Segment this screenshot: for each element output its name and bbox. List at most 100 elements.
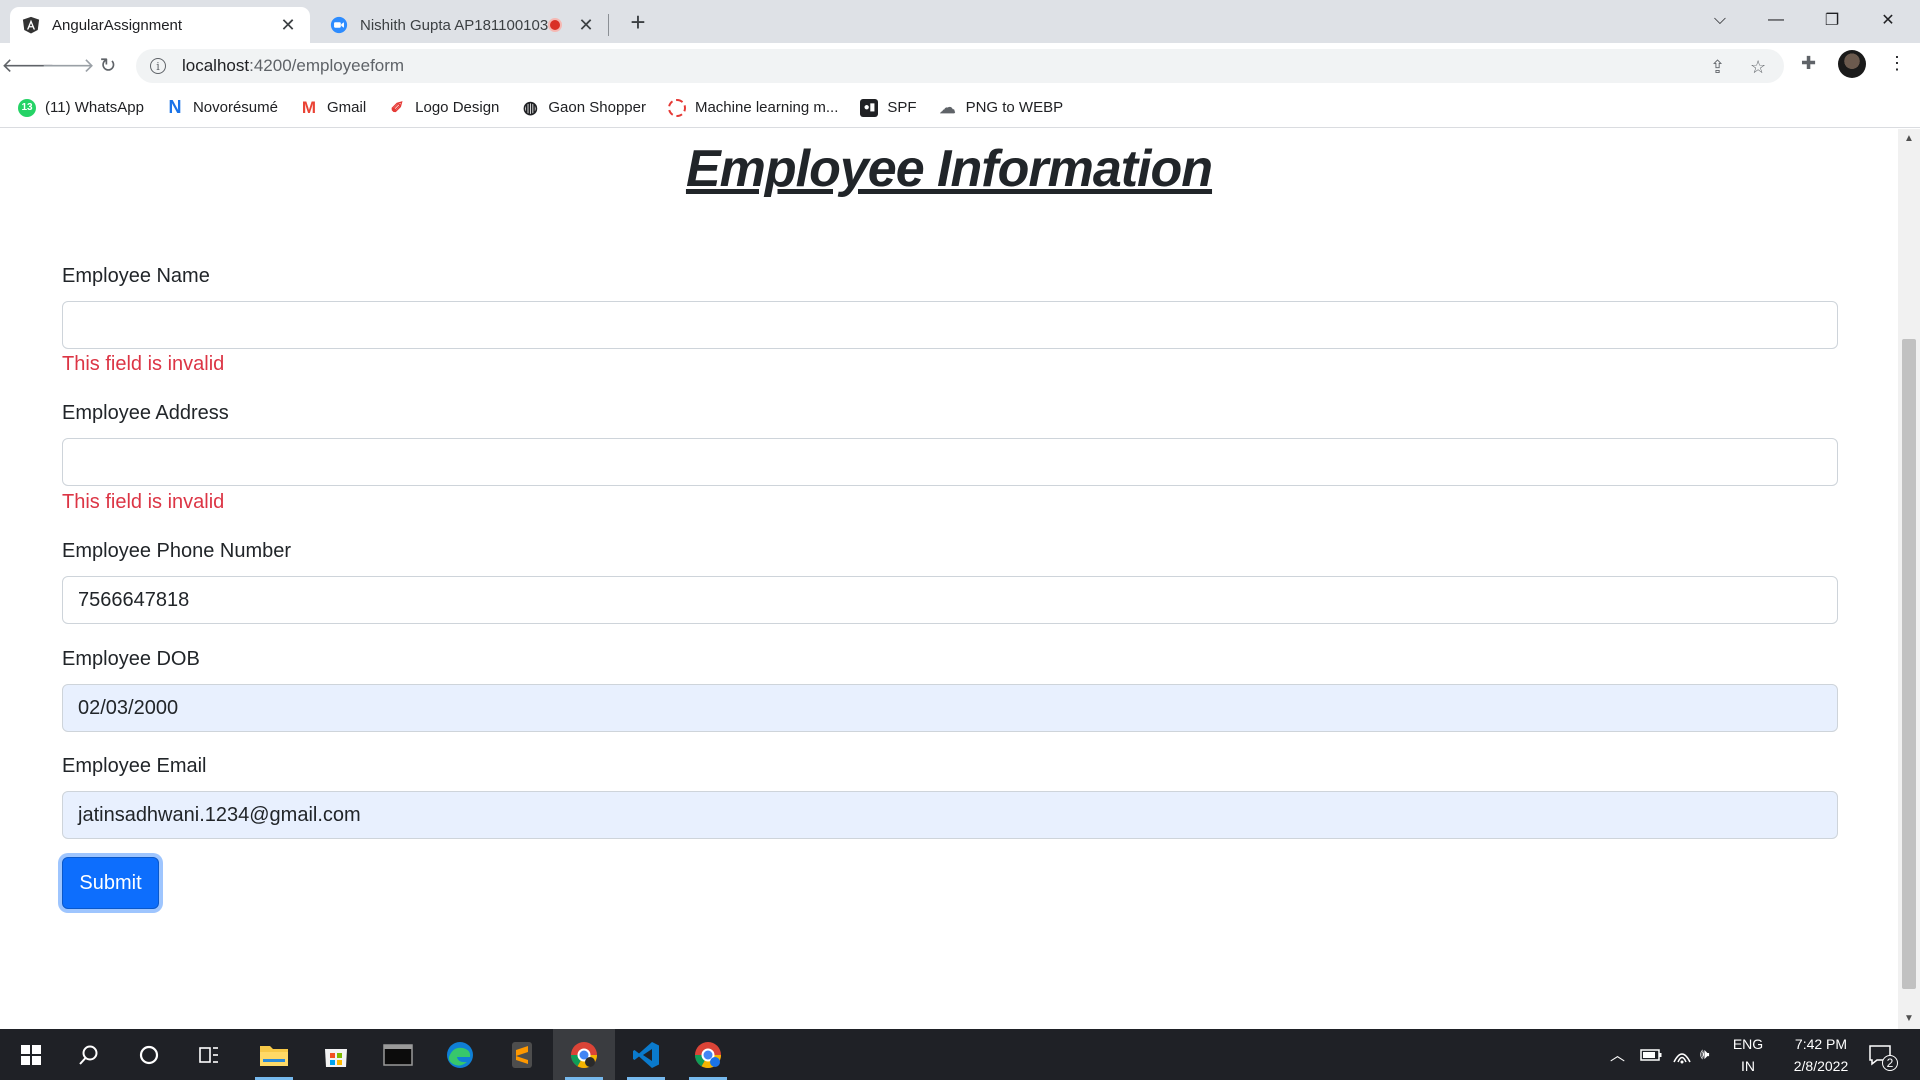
- forward-button[interactable]: 🡒: [41, 49, 95, 81]
- close-tab-icon[interactable]: ✕: [278, 15, 298, 35]
- back-button[interactable]: 🡐: [1, 49, 55, 81]
- recording-indicator-icon: [548, 18, 562, 32]
- bookmark-label: (11) WhatsApp: [45, 99, 144, 116]
- scroll-up-arrow-icon[interactable]: ▲: [1904, 133, 1914, 144]
- restore-button[interactable]: ❐: [1804, 0, 1860, 40]
- employee-phone-label: Employee Phone Number: [62, 540, 292, 562]
- taskbar-microsoft-store[interactable]: [305, 1029, 367, 1080]
- employee-name-label: Employee Name: [62, 265, 210, 287]
- region-code: IN: [1741, 1058, 1755, 1074]
- clock-date: 2/8/2022: [1793, 1058, 1849, 1074]
- edge-browser-icon: [447, 1041, 473, 1068]
- bookmark-label: Gaon Shopper: [548, 99, 646, 116]
- input-language[interactable]: ENG IN: [1728, 1033, 1768, 1077]
- folder-icon: [260, 1045, 288, 1066]
- new-tab-button[interactable]: +: [624, 7, 652, 37]
- windows-logo-icon: [21, 1044, 41, 1065]
- terminal-icon: [383, 1043, 413, 1066]
- battery-icon[interactable]: [1640, 1029, 1662, 1080]
- close-window-button[interactable]: ✕: [1860, 0, 1916, 40]
- profile-avatar[interactable]: [1838, 50, 1866, 78]
- browser-toolbar: 🡐 🡒 ↻ i localhost:4200/employeeform ⇪ ☆ …: [0, 43, 1920, 88]
- bookmark-gmail[interactable]: M Gmail: [300, 98, 367, 117]
- scroll-down-arrow-icon[interactable]: ▼: [1904, 1013, 1914, 1024]
- bookmark-logo-design[interactable]: ✐ Logo Design: [388, 99, 499, 117]
- show-hidden-icons-chevron-icon[interactable]: ︿: [1610, 1029, 1625, 1080]
- bookmark-label: Machine learning m...: [694, 99, 839, 116]
- start-button[interactable]: [0, 1029, 62, 1080]
- taskbar-terminal[interactable]: [367, 1029, 429, 1080]
- globe-icon: ◍: [522, 97, 538, 117]
- reload-button[interactable]: ↻: [92, 49, 124, 81]
- submit-button[interactable]: Submit: [62, 857, 159, 909]
- employee-dob-label: Employee DOB: [62, 648, 200, 670]
- search-icon: [79, 1045, 98, 1065]
- bookmark-png-to-webp[interactable]: ☁ PNG to WEBP: [939, 99, 1064, 117]
- tab-zoom-meeting[interactable]: Nishith Gupta AP181100103 ✕: [318, 7, 608, 43]
- store-icon: [325, 1048, 347, 1067]
- bookmarks-bar: 13 (11) WhatsApp N Novorésumé M Gmail ✐ …: [0, 88, 1920, 128]
- language-code: ENG: [1732, 1036, 1764, 1052]
- task-view-button[interactable]: [178, 1029, 240, 1080]
- search-button[interactable]: [58, 1029, 120, 1080]
- address-bar[interactable]: i localhost:4200/employeeform ⇪ ☆: [136, 49, 1784, 83]
- machine-learning-icon: [667, 98, 686, 117]
- sublime-text-icon: [512, 1041, 532, 1068]
- bookmark-gaon-shopper[interactable]: ◍ Gaon Shopper: [521, 97, 646, 117]
- employee-name-error: This field is invalid: [62, 353, 225, 375]
- page-content: Employee Information Employee Name This …: [0, 129, 1898, 1029]
- employee-phone-input[interactable]: 7566647818: [62, 576, 1838, 624]
- cortana-button[interactable]: [118, 1029, 180, 1080]
- extensions-puzzle-icon[interactable]: ✚: [1801, 53, 1816, 74]
- bookmark-whatsapp[interactable]: 13 (11) WhatsApp: [18, 98, 144, 117]
- clock-time: 7:42 PM: [1794, 1036, 1848, 1052]
- tab-angular-assignment[interactable]: AngularAssignment ✕: [10, 7, 310, 43]
- employee-dob-input[interactable]: 02/03/2000: [62, 684, 1838, 732]
- taskbar-chrome-profile[interactable]: [677, 1029, 739, 1080]
- novoresume-icon: N: [168, 97, 182, 117]
- bookmark-label: Gmail: [326, 99, 367, 116]
- clock[interactable]: 7:42 PM 2/8/2022: [1766, 1033, 1876, 1077]
- bookmark-label: SPF: [887, 99, 917, 116]
- logo-design-icon: ✐: [390, 99, 404, 117]
- employee-name-input[interactable]: [62, 301, 1838, 349]
- employee-email-input[interactable]: jatinsadhwani.1234@gmail.com: [62, 791, 1838, 839]
- wifi-icon[interactable]: [1672, 1029, 1692, 1080]
- minimize-button[interactable]: —: [1748, 0, 1804, 40]
- share-icon[interactable]: ⇪: [1710, 57, 1725, 78]
- bookmark-star-icon[interactable]: ☆: [1750, 57, 1766, 78]
- volume-icon[interactable]: 🕪: [1700, 1029, 1709, 1080]
- notification-center-button[interactable]: 2: [1868, 1029, 1898, 1080]
- page-scrollbar[interactable]: ▲ ▼: [1898, 129, 1920, 1029]
- taskbar-file-explorer[interactable]: [243, 1029, 305, 1080]
- site-info-icon[interactable]: i: [150, 58, 166, 74]
- employee-address-input[interactable]: [62, 438, 1838, 486]
- scrollbar-thumb[interactable]: [1902, 339, 1916, 989]
- bookmark-machine-learning[interactable]: Machine learning m...: [667, 98, 839, 117]
- tab-title: Nishith Gupta AP181100103: [360, 16, 548, 34]
- cloud-icon: ☁: [939, 99, 956, 117]
- employee-address-label: Employee Address: [62, 402, 229, 424]
- menu-kebab-icon[interactable]: ⋮: [1888, 53, 1906, 74]
- taskbar-sublime-text[interactable]: [491, 1029, 553, 1080]
- cortana-circle-icon: [139, 1045, 159, 1064]
- taskbar-vscode[interactable]: [615, 1029, 677, 1080]
- zoom-icon: [330, 16, 348, 34]
- whatsapp-icon: 13: [18, 98, 36, 117]
- page-title: Employee Information: [685, 140, 1213, 198]
- employee-address-error: This field is invalid: [62, 491, 225, 513]
- spf-icon: ●▮: [860, 98, 879, 117]
- task-view-icon: [199, 1046, 218, 1063]
- chrome-icon: [695, 1041, 721, 1068]
- bookmark-spf[interactable]: ●▮ SPF: [860, 98, 917, 117]
- taskbar-edge[interactable]: [429, 1029, 491, 1080]
- angular-icon: [22, 16, 40, 34]
- tab-search-chevron-icon[interactable]: ⌵: [1692, 0, 1748, 40]
- taskbar-chrome-active[interactable]: [553, 1029, 615, 1080]
- bookmark-label: PNG to WEBP: [965, 99, 1064, 116]
- bookmark-novoresume[interactable]: N Novorésumé: [166, 97, 278, 117]
- close-tab-icon[interactable]: ✕: [576, 15, 596, 35]
- employee-email-label: Employee Email: [62, 755, 207, 777]
- chrome-icon: [571, 1041, 597, 1068]
- tab-separator: [608, 14, 609, 36]
